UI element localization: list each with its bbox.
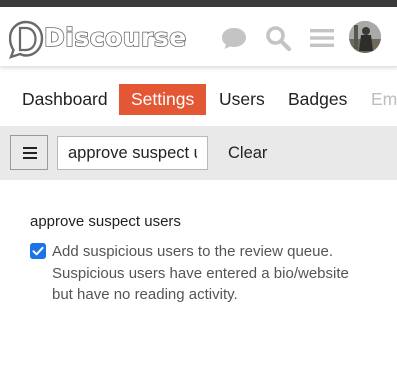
status-strip	[0, 0, 397, 7]
discourse-logo[interactable]: Discourse	[9, 19, 187, 59]
admin-nav-tabs: Dashboard Settings Users Badges Em	[0, 84, 397, 118]
settings-filter-toolbar: Clear	[0, 126, 397, 180]
menu-bar-icon	[23, 157, 37, 159]
categories-menu-button[interactable]	[10, 135, 48, 170]
setting-value-row: Add suspicious users to the review queue…	[30, 241, 380, 306]
tab-emails-truncated[interactable]: Em	[359, 84, 397, 115]
setting-checkbox[interactable]	[30, 243, 46, 259]
setting-name: approve suspect users	[30, 213, 181, 230]
avatar-image-icon	[349, 21, 381, 53]
settings-filter-input[interactable]	[57, 136, 208, 170]
tab-dashboard[interactable]: Dashboard	[10, 84, 120, 115]
hamburger-menu-icon[interactable]	[308, 24, 336, 52]
setting-approve-suspect-users: approve suspect users Add suspicious use…	[30, 212, 380, 306]
search-icon[interactable]	[264, 24, 292, 52]
tab-badges[interactable]: Badges	[276, 84, 359, 115]
menu-bar-icon	[23, 152, 37, 154]
tab-users[interactable]: Users	[207, 84, 277, 115]
menu-bar-icon	[23, 147, 37, 149]
chat-icon[interactable]	[220, 24, 248, 52]
clear-button[interactable]: Clear	[218, 136, 277, 170]
setting-description: Add suspicious users to the review queue…	[52, 243, 349, 303]
logo-text: Discourse	[43, 22, 187, 53]
user-avatar[interactable]	[349, 21, 381, 53]
site-header: Discourse	[0, 7, 397, 67]
tab-settings[interactable]: Settings	[119, 84, 207, 115]
